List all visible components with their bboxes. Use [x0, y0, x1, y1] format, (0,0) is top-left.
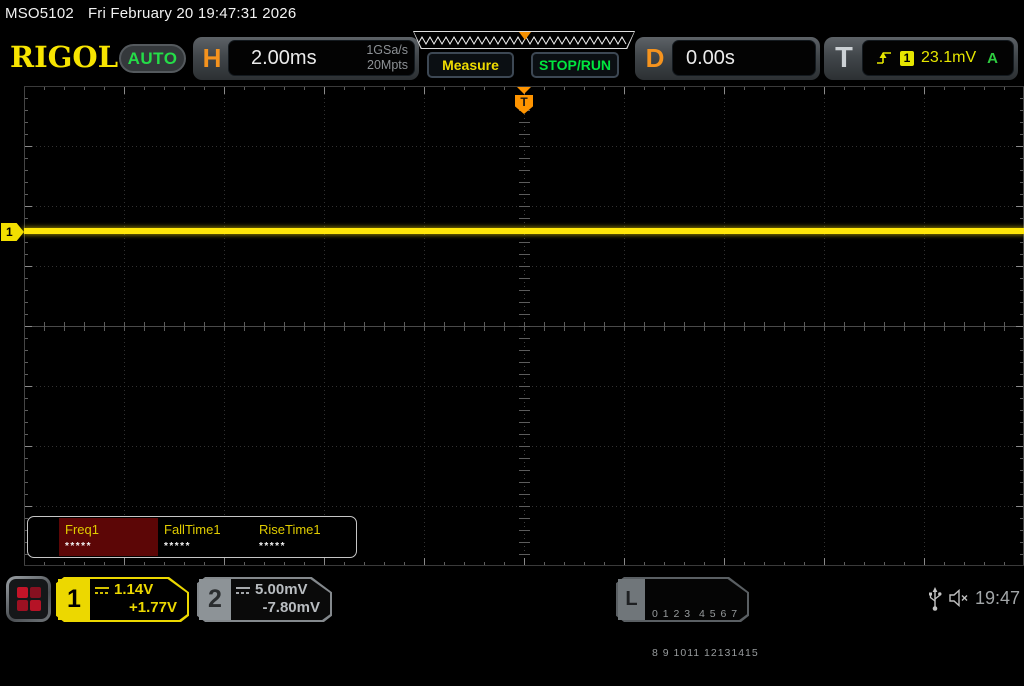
measurement-label: RiseTime1	[259, 522, 321, 537]
dc-coupling-icon	[94, 585, 110, 595]
measurement-panel: Freq1 ***** FallTime1 ***** RiseTime1 **…	[27, 516, 357, 558]
speaker-muted-icon[interactable]	[948, 589, 972, 607]
rigol-logo: RIGOL	[10, 40, 118, 74]
trigger-level-value: 23.1mV	[921, 49, 976, 67]
delay-menu-button[interactable]: D 0.00s	[635, 37, 820, 80]
auto-mode-badge[interactable]: AUTO	[119, 44, 186, 73]
channel2-offset: -7.80mV	[235, 599, 326, 618]
datetime: Fri February 20 19:47:31 2026	[88, 5, 296, 22]
channel1-trace	[24, 228, 1024, 234]
horizontal-menu-button[interactable]: H 2.00ms 1GSa/s 20Mpts	[193, 37, 419, 80]
channel2-number: 2	[199, 579, 231, 620]
channel1-scale: 1.14V	[114, 581, 153, 598]
graticule-grid	[24, 86, 1024, 566]
stop-run-button[interactable]: STOP/RUN	[531, 52, 619, 78]
channel1-number: 1	[58, 579, 90, 620]
measurement-value: *****	[259, 541, 286, 552]
dc-coupling-icon	[235, 585, 251, 595]
measurement-value: *****	[65, 541, 92, 552]
measure-button[interactable]: Measure	[427, 52, 514, 78]
sample-rate: 1GSa/s	[366, 43, 408, 58]
logic-channel-numbers: 0 1 2 3 4 5 6 7 8 9 1011 12131415	[652, 582, 759, 686]
measurement-value: *****	[164, 541, 191, 552]
status-bar: MSO5102 Fri February 20 19:47:31 2026	[5, 5, 296, 22]
channel1-status-block[interactable]: 1 1.14V +1.77V	[56, 577, 189, 622]
windows-icon	[9, 579, 48, 619]
trigger-mode: A	[987, 50, 998, 67]
channel1-offset: +1.77V	[94, 599, 183, 618]
channel2-status-block[interactable]: 2 5.00mV -7.80mV	[197, 577, 332, 622]
delay-value: 0.00s	[686, 47, 735, 70]
usb-icon	[928, 586, 942, 612]
trigger-label: T	[828, 37, 860, 80]
measurement-label: FallTime1	[164, 522, 221, 537]
memory-depth: 20Mpts	[366, 58, 408, 73]
trigger-position-triangle-icon	[517, 87, 531, 94]
trigger-menu-button[interactable]: T 1 23.1mV A	[824, 37, 1018, 80]
measurement-item-risetime1[interactable]: RiseTime1 *****	[253, 518, 356, 556]
memory-trigger-position-icon	[519, 32, 531, 40]
channel1-position-marker[interactable]: 1	[1, 223, 24, 241]
logic-channels-block[interactable]: L 0 1 2 3 4 5 6 7 8 9 1011 12131415	[616, 577, 749, 622]
logic-label: L	[618, 579, 645, 620]
measurement-item-freq1[interactable]: Freq1 *****	[59, 518, 158, 556]
clock: 19:47	[975, 588, 1020, 609]
trigger-source-badge: 1	[900, 51, 914, 66]
rising-edge-trigger-icon	[875, 49, 893, 67]
acquisition-info: 1GSa/s 20Mpts	[366, 43, 408, 73]
delay-label: D	[639, 37, 671, 80]
windows-button[interactable]	[6, 576, 51, 622]
channel2-scale: 5.00mV	[255, 581, 308, 598]
timebase-value: 2.00ms	[251, 47, 317, 70]
horizontal-label: H	[197, 37, 227, 80]
measurement-item-falltime1[interactable]: FallTime1 *****	[158, 518, 253, 556]
model-name: MSO5102	[5, 5, 74, 22]
measurement-label: Freq1	[65, 522, 99, 537]
